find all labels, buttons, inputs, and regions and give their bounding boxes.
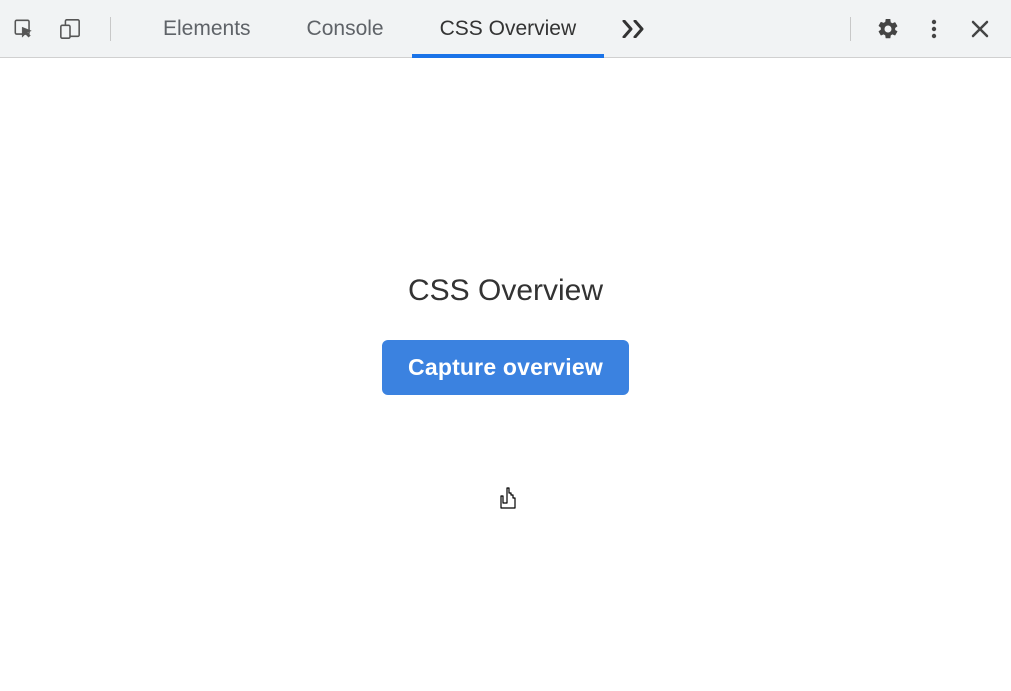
- toolbar-separator: [850, 17, 851, 41]
- settings-gear-icon[interactable]: [875, 16, 901, 42]
- toolbar-right-group: [846, 16, 1001, 42]
- capture-button-label: Capture overview: [408, 354, 603, 380]
- toolbar-separator: [110, 17, 111, 41]
- inspect-element-icon[interactable]: [10, 15, 38, 43]
- capture-overview-button[interactable]: Capture overview: [382, 340, 629, 395]
- tab-label: CSS Overview: [440, 17, 577, 41]
- tab-elements[interactable]: Elements: [135, 0, 279, 57]
- toolbar-left-group: [10, 15, 117, 43]
- tab-console[interactable]: Console: [279, 0, 412, 57]
- tab-label: Elements: [163, 17, 251, 41]
- panel-tabs: Elements Console CSS Overview: [135, 0, 604, 57]
- tab-label: Console: [307, 17, 384, 41]
- device-toolbar-icon[interactable]: [56, 15, 84, 43]
- kebab-menu-icon[interactable]: [921, 16, 947, 42]
- tab-css-overview[interactable]: CSS Overview: [412, 0, 605, 57]
- devtools-toolbar: Elements Console CSS Overview: [0, 0, 1011, 58]
- css-overview-panel: CSS Overview Capture overview: [0, 58, 1011, 691]
- panel-title: CSS Overview: [408, 274, 603, 308]
- more-tabs-chevron-icon[interactable]: [616, 0, 652, 57]
- close-icon[interactable]: [967, 16, 993, 42]
